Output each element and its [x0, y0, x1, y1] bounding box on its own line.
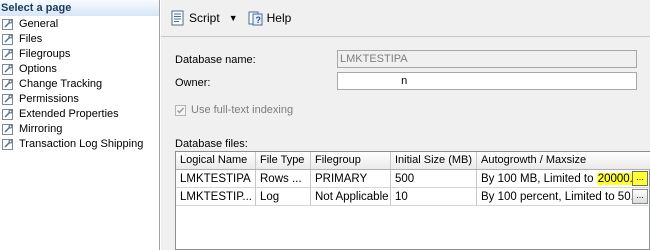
- fulltext-indexing-checkbox[interactable]: [175, 104, 186, 116]
- script-dropdown-arrow-icon[interactable]: ▼: [229, 13, 238, 23]
- fulltext-indexing-label: Use full-text indexing: [191, 104, 294, 116]
- page-wrench-icon: [2, 19, 13, 30]
- page-item-permissions[interactable]: Permissions: [0, 92, 159, 107]
- column-header-autogrowth[interactable]: Autogrowth / Maxsize: [477, 152, 650, 169]
- autogrowth-text: By 100 percent, Limited to 50...: [481, 191, 641, 203]
- page-item-mirroring[interactable]: Mirroring: [0, 122, 159, 137]
- cell-filegroup[interactable]: Not Applicable: [311, 188, 391, 206]
- toolbar: Script ▼ ? Help: [161, 0, 650, 37]
- table-row[interactable]: LMKTESTIP... Log Not Applicable 10 By 10…: [176, 188, 650, 206]
- help-button[interactable]: ? Help: [245, 8, 295, 28]
- page-item-extended-properties[interactable]: Extended Properties: [0, 107, 159, 122]
- script-button[interactable]: Script: [167, 8, 223, 28]
- page-item-label: Filegroups: [19, 48, 71, 60]
- page-selector-pane: Select a page General Files Filegroups O…: [0, 0, 160, 250]
- cell-autogrowth[interactable]: By 100 percent, Limited to 50...: [477, 188, 650, 206]
- page-wrench-icon: [2, 34, 13, 45]
- help-icon: ?: [248, 11, 263, 26]
- script-icon: [171, 10, 184, 26]
- page-item-label: Extended Properties: [19, 108, 119, 120]
- fulltext-indexing-row: Use full-text indexing: [175, 104, 293, 116]
- cell-file-type[interactable]: Log: [256, 188, 311, 206]
- page-item-label: Files: [19, 33, 43, 45]
- page-wrench-icon: [2, 94, 13, 105]
- page-wrench-icon: [2, 139, 13, 150]
- page-item-label: Options: [19, 63, 57, 75]
- column-header-filegroup[interactable]: Filegroup: [311, 152, 391, 169]
- svg-text:?: ?: [255, 15, 261, 25]
- page-wrench-icon: [2, 124, 13, 135]
- table-row[interactable]: LMKTESTIPA Rows ... PRIMARY 500 By 100 M…: [176, 170, 650, 188]
- page-list: General Files Filegroups Options Change …: [0, 17, 159, 152]
- owner-field[interactable]: n: [337, 72, 637, 90]
- column-header-initial-size[interactable]: Initial Size (MB): [391, 152, 477, 169]
- page-wrench-icon: [2, 79, 13, 90]
- page-item-files[interactable]: Files: [0, 32, 159, 47]
- cell-logical-name[interactable]: LMKTESTIP...: [176, 188, 256, 206]
- page-item-label: Mirroring: [19, 123, 63, 135]
- page-wrench-icon: [2, 49, 13, 60]
- page-item-label: Transaction Log Shipping: [19, 138, 144, 150]
- page-item-label: Permissions: [19, 93, 79, 105]
- cell-autogrowth[interactable]: By 100 MB, Limited to 20000...: [477, 170, 650, 188]
- page-item-options[interactable]: Options: [0, 62, 159, 77]
- page-selector-header: Select a page: [0, 0, 159, 16]
- cell-initial-size[interactable]: 10: [391, 188, 477, 206]
- page-item-transaction-log-shipping[interactable]: Transaction Log Shipping: [0, 137, 159, 152]
- page-item-label: Change Tracking: [19, 78, 103, 90]
- help-button-label: Help: [266, 11, 292, 25]
- column-header-file-type[interactable]: File Type: [256, 152, 311, 169]
- cell-logical-name[interactable]: LMKTESTIPA: [176, 170, 256, 188]
- page-item-filegroups[interactable]: Filegroups: [0, 47, 159, 62]
- cell-filegroup[interactable]: PRIMARY: [311, 170, 391, 188]
- grid-header-row: Logical Name File Type Filegroup Initial…: [176, 152, 650, 170]
- autogrowth-ellipsis-button[interactable]: ...: [632, 189, 648, 204]
- database-name-label: Database name:: [175, 54, 256, 66]
- database-name-field: LMKTESTIPA: [337, 50, 637, 68]
- database-files-grid: Logical Name File Type Filegroup Initial…: [175, 151, 650, 250]
- autogrowth-ellipsis-button[interactable]: ...: [632, 171, 648, 186]
- database-files-label: Database files:: [175, 138, 248, 150]
- column-header-logical-name[interactable]: Logical Name: [176, 152, 256, 169]
- cell-file-type[interactable]: Rows ...: [256, 170, 311, 188]
- page-item-general[interactable]: General: [0, 17, 159, 32]
- checkmark-icon: [177, 107, 185, 114]
- autogrowth-text: By 100 MB, Limited to: [481, 173, 597, 185]
- script-button-label: Script: [189, 11, 220, 25]
- owner-label: Owner:: [175, 77, 211, 89]
- page-item-change-tracking[interactable]: Change Tracking: [0, 77, 159, 92]
- page-wrench-icon: [2, 64, 13, 75]
- cell-initial-size[interactable]: 500: [391, 170, 477, 188]
- page-wrench-icon: [2, 109, 13, 120]
- page-item-label: General: [19, 18, 59, 30]
